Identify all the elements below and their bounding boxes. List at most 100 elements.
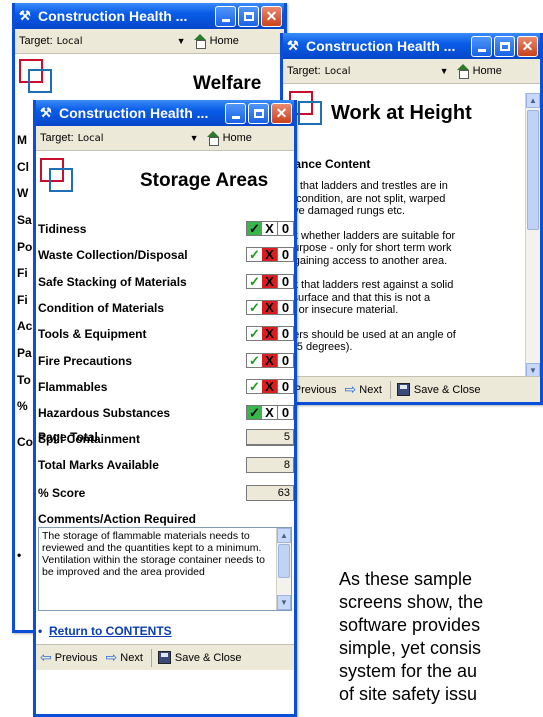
target-label: Target: bbox=[40, 132, 74, 144]
cross-option[interactable]: X bbox=[262, 274, 277, 288]
tick-option[interactable]: ✓ bbox=[247, 380, 262, 393]
welfare-titlebar[interactable]: ⚒ Construction Health ... ✕ bbox=[15, 3, 284, 29]
caption-line: system for the au bbox=[339, 661, 478, 681]
score-selector[interactable]: ✓X0 bbox=[246, 247, 294, 263]
tick-option[interactable]: ✓ bbox=[247, 222, 262, 235]
close-button[interactable]: ✕ bbox=[271, 102, 292, 124]
scroll-down-icon[interactable]: ▼ bbox=[277, 595, 291, 610]
row-fragment: Pa bbox=[17, 346, 32, 360]
row-fragment: Po bbox=[17, 240, 33, 254]
score-selector[interactable]: ✓X0 bbox=[246, 221, 294, 236]
scroll-thumb[interactable] bbox=[527, 110, 539, 230]
save-close-button[interactable]: Save & Close bbox=[157, 651, 242, 664]
window-title: Construction Health ... bbox=[306, 38, 456, 54]
guidance-scrollbar[interactable]: ▲ ▼ bbox=[525, 93, 540, 378]
cross-option[interactable]: X bbox=[262, 327, 277, 341]
minimize-button[interactable] bbox=[225, 102, 246, 124]
target-bar: Target: Local ▼ Home bbox=[36, 126, 294, 151]
arrow-right-icon: ⇨ bbox=[105, 649, 118, 665]
zero-option[interactable]: 0 bbox=[277, 300, 293, 314]
checklist-item-label: Fire Precautions bbox=[38, 353, 133, 368]
tick-option[interactable]: ✓ bbox=[247, 354, 262, 367]
work-at-height-titlebar[interactable]: ⚒ Construction Health ... ✕ bbox=[283, 33, 540, 59]
tick-option[interactable]: ✓ bbox=[247, 248, 262, 261]
scroll-up-icon[interactable]: ▲ bbox=[526, 93, 540, 108]
cross-option[interactable]: X bbox=[262, 406, 277, 419]
home-button[interactable]: Home bbox=[205, 131, 252, 146]
zero-option[interactable]: 0 bbox=[277, 406, 293, 420]
target-label: Target: bbox=[19, 35, 53, 47]
maximize-button[interactable] bbox=[494, 35, 515, 57]
home-icon bbox=[205, 131, 221, 146]
tick-option[interactable]: ✓ bbox=[247, 327, 262, 340]
cross-option[interactable]: X bbox=[262, 353, 277, 367]
dropdown-arrow-icon[interactable]: ▼ bbox=[440, 66, 449, 76]
score-selector[interactable]: ✓X0 bbox=[246, 378, 294, 394]
home-button[interactable]: Home bbox=[192, 34, 239, 49]
page-total-value: 5 bbox=[246, 429, 294, 445]
comments-textarea[interactable]: The storage of flammable materials needs… bbox=[38, 527, 292, 611]
tick-option[interactable]: ✓ bbox=[247, 275, 262, 288]
row-fragment: W bbox=[17, 186, 29, 200]
dropdown-arrow-icon[interactable]: ▼ bbox=[177, 36, 186, 46]
save-close-button[interactable]: Save & Close bbox=[396, 383, 481, 396]
dropdown-arrow-icon[interactable]: ▼ bbox=[190, 133, 199, 143]
zero-option[interactable]: 0 bbox=[277, 327, 293, 341]
target-select[interactable]: Local bbox=[78, 133, 190, 144]
cross-option[interactable]: X bbox=[262, 248, 277, 262]
window-title: Construction Health ... bbox=[38, 8, 188, 24]
storage-areas-titlebar[interactable]: ⚒ Construction Health ... ✕ bbox=[36, 100, 294, 126]
zero-option[interactable]: 0 bbox=[277, 353, 293, 367]
page-title: Storage Areas bbox=[140, 170, 269, 191]
next-button[interactable]: ⇨ Next bbox=[345, 381, 382, 398]
home-icon bbox=[192, 34, 208, 49]
app-icon: ⚒ bbox=[40, 105, 52, 120]
home-icon bbox=[455, 64, 471, 79]
checklist-item-label: Waste Collection/Disposal bbox=[38, 248, 188, 263]
target-bar: Target: Local ▼ Home bbox=[283, 59, 540, 84]
comments-scrollbar[interactable]: ▲ ▼ bbox=[276, 528, 291, 610]
zero-option[interactable]: 0 bbox=[277, 379, 293, 393]
scroll-thumb[interactable] bbox=[278, 544, 290, 578]
row-fragment: • bbox=[17, 548, 22, 562]
cross-option[interactable]: X bbox=[262, 379, 277, 393]
zero-option[interactable]: 0 bbox=[277, 222, 293, 235]
target-select[interactable]: Local bbox=[325, 66, 440, 77]
minimize-button[interactable] bbox=[471, 35, 492, 57]
maximize-button[interactable] bbox=[238, 5, 259, 27]
checklist-item-label: Tidiness bbox=[38, 222, 87, 236]
score-selector[interactable]: ✓X0 bbox=[246, 299, 294, 315]
home-button[interactable]: Home bbox=[455, 64, 502, 79]
app-icon: ⚒ bbox=[19, 8, 31, 23]
bullet: • bbox=[38, 624, 43, 638]
cross-option[interactable]: X bbox=[262, 222, 277, 235]
score-selector[interactable]: ✓X0 bbox=[246, 352, 294, 368]
row-fragment: % bbox=[17, 399, 28, 413]
score-selector[interactable]: ✓X0 bbox=[246, 405, 294, 421]
tick-option[interactable]: ✓ bbox=[247, 406, 262, 420]
caption-line: software provides bbox=[339, 615, 481, 635]
row-fragment: Fi bbox=[17, 266, 28, 280]
close-button[interactable]: ✕ bbox=[261, 5, 282, 27]
score-selector[interactable]: ✓X0 bbox=[246, 273, 294, 289]
cross-option[interactable]: X bbox=[262, 300, 277, 314]
home-label: Home bbox=[472, 65, 502, 77]
zero-option[interactable]: 0 bbox=[277, 248, 293, 262]
caption-line: As these sample bbox=[339, 569, 473, 589]
save-close-label: Save & Close bbox=[413, 383, 481, 396]
scroll-up-icon[interactable]: ▲ bbox=[277, 528, 291, 543]
next-button[interactable]: ⇨ Next bbox=[106, 649, 143, 666]
caption-line: screens show, the bbox=[339, 592, 484, 612]
page-title: Welfare bbox=[193, 73, 262, 94]
tick-option[interactable]: ✓ bbox=[247, 301, 262, 314]
maximize-button[interactable] bbox=[248, 102, 269, 124]
score-selector[interactable]: ✓X0 bbox=[246, 326, 294, 342]
close-button[interactable]: ✕ bbox=[517, 35, 538, 57]
minimize-button[interactable] bbox=[215, 5, 236, 27]
row-fragment: Ac bbox=[17, 319, 33, 333]
previous-button[interactable]: ⇦ Previous bbox=[40, 649, 98, 666]
zero-option[interactable]: 0 bbox=[277, 274, 293, 288]
target-select[interactable]: Local bbox=[57, 36, 177, 47]
return-to-contents-link[interactable]: Return to CONTENTS bbox=[49, 624, 172, 638]
caption-line: of site safety issu bbox=[339, 684, 478, 704]
